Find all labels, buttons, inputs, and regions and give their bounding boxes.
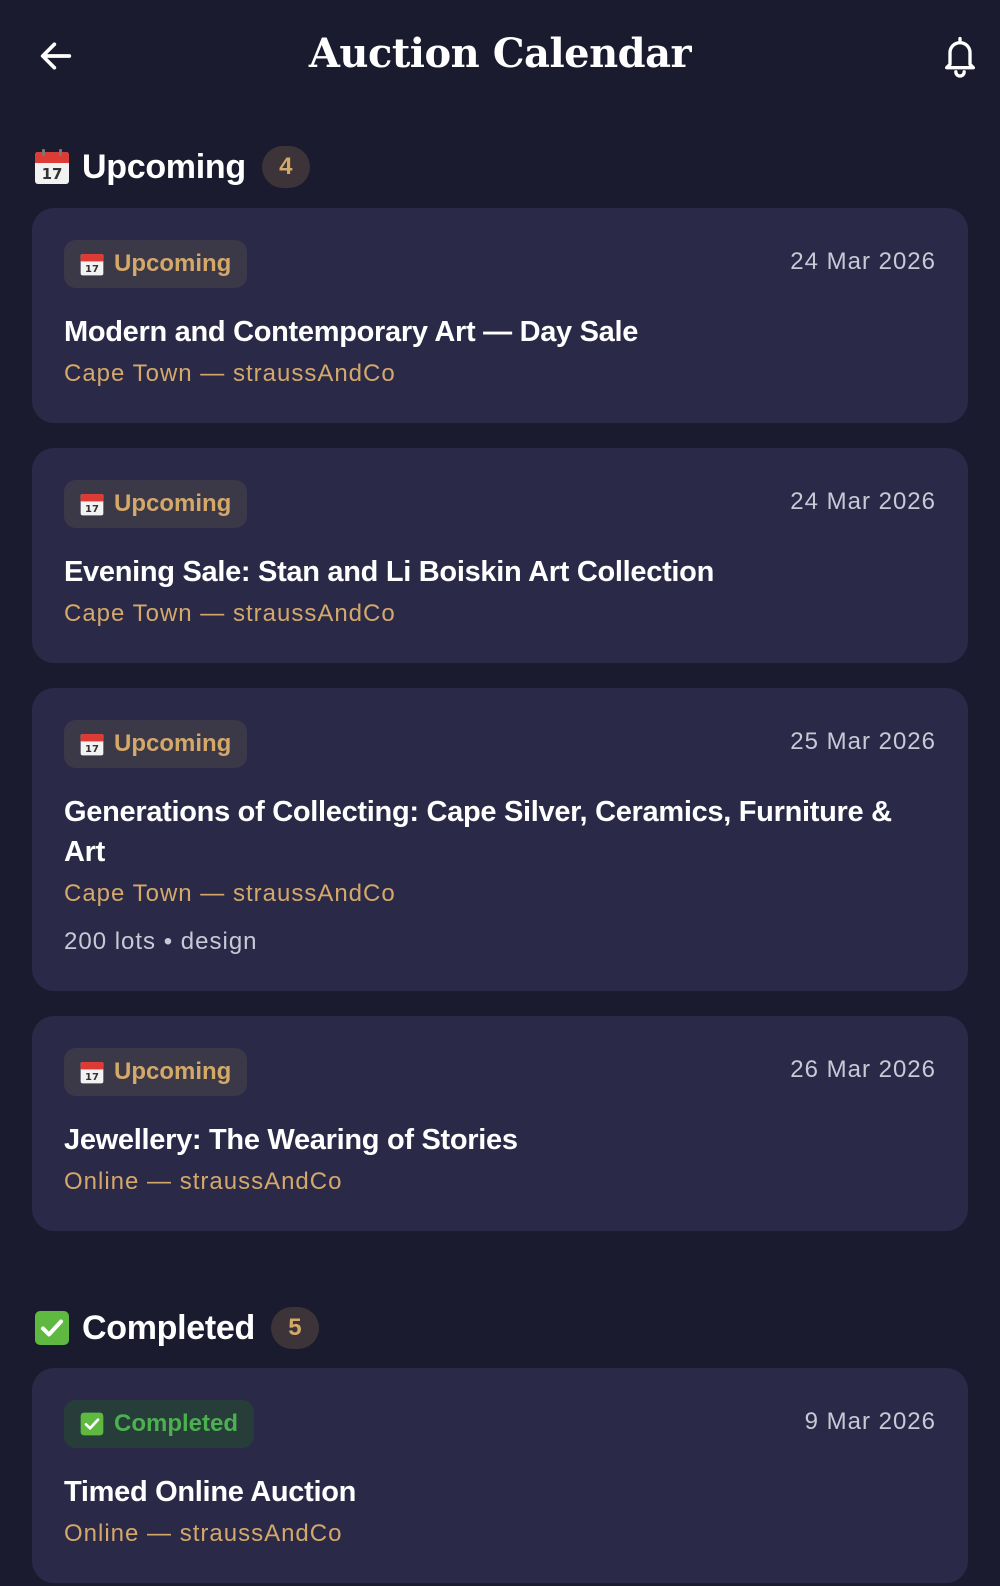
auction-title: Generations of Collecting: Cape Silver, … xyxy=(64,796,892,868)
auction-date: 9 Mar 2026 xyxy=(804,1408,936,1435)
status-label: Upcoming xyxy=(114,1058,232,1085)
section-title-upcoming: Upcoming xyxy=(82,147,246,186)
auction-date: 25 Mar 2026 xyxy=(790,728,936,755)
section-header-upcoming: 17 Upcoming 4 xyxy=(34,143,310,191)
status-label: Completed xyxy=(114,1410,239,1437)
auction-date: 24 Mar 2026 xyxy=(790,488,936,515)
status-label: Upcoming xyxy=(114,250,232,277)
auction-location: Cape Town — straussAndCo xyxy=(64,880,396,907)
svg-text:17: 17 xyxy=(85,744,99,755)
auction-card[interactable]: Completed 9 Mar 2026 Timed Online Auctio… xyxy=(32,1368,968,1583)
status-badge: Completed xyxy=(64,1400,255,1448)
status-badge: 17 Upcoming xyxy=(64,720,248,768)
calendar-icon: 17 xyxy=(80,734,104,756)
auction-card[interactable]: 17 Upcoming 25 Mar 2026 Generations of C… xyxy=(32,688,968,991)
check-mark-icon xyxy=(35,1311,69,1345)
auction-title: Jewellery: The Wearing of Stories xyxy=(64,1124,518,1156)
top-bar: Auction Calendar xyxy=(0,0,1000,118)
auction-date: 24 Mar 2026 xyxy=(790,248,936,275)
auction-title: Modern and Contemporary Art — Day Sale xyxy=(64,316,639,348)
calendar-icon: 17 xyxy=(80,494,104,516)
svg-text:17: 17 xyxy=(42,165,63,183)
auction-location: Cape Town — straussAndCo xyxy=(64,360,396,387)
status-badge: 17 Upcoming xyxy=(64,240,248,288)
page-title: Auction Calendar xyxy=(308,30,692,77)
svg-text:17: 17 xyxy=(85,264,99,275)
count-badge-upcoming: 4 xyxy=(261,146,310,188)
auction-card[interactable]: 17 Upcoming 24 Mar 2026 Modern and Conte… xyxy=(32,208,968,423)
check-mark-icon xyxy=(80,1412,104,1436)
calendar-icon: 17 xyxy=(35,149,69,184)
auction-date: 26 Mar 2026 xyxy=(790,1056,936,1083)
auction-location: Online — straussAndCo xyxy=(64,1168,343,1195)
calendar-icon: 17 xyxy=(80,1062,104,1084)
svg-text:17: 17 xyxy=(85,504,99,515)
status-badge: 17 Upcoming xyxy=(64,1048,248,1096)
auction-card[interactable]: 17 Upcoming 24 Mar 2026 Evening Sale: St… xyxy=(32,448,968,663)
status-label: Upcoming xyxy=(114,730,232,757)
auction-card[interactable]: 17 Upcoming 26 Mar 2026 Jewellery: The W… xyxy=(32,1016,968,1231)
auction-meta: 200 lots • design xyxy=(64,928,258,955)
status-badge: 17 Upcoming xyxy=(64,480,248,528)
auction-location: Online — straussAndCo xyxy=(64,1520,343,1547)
section-title-completed: Completed xyxy=(82,1308,255,1347)
auction-calendar-screen: Auction Calendar 17 Upcoming 4 17 Upcomi… xyxy=(0,0,1000,1586)
bell-icon xyxy=(945,36,975,78)
auction-location: Cape Town — straussAndCo xyxy=(64,600,396,627)
auction-title: Evening Sale: Stan and Li Boiskin Art Co… xyxy=(64,556,715,588)
svg-text:17: 17 xyxy=(85,1072,99,1083)
status-label: Upcoming xyxy=(114,490,232,517)
count-badge-completed: 5 xyxy=(270,1307,319,1349)
section-header-completed: Completed 5 xyxy=(34,1304,319,1352)
auction-title: Timed Online Auction xyxy=(64,1476,357,1508)
calendar-icon: 17 xyxy=(80,254,104,276)
notifications-button[interactable] xyxy=(936,30,984,82)
